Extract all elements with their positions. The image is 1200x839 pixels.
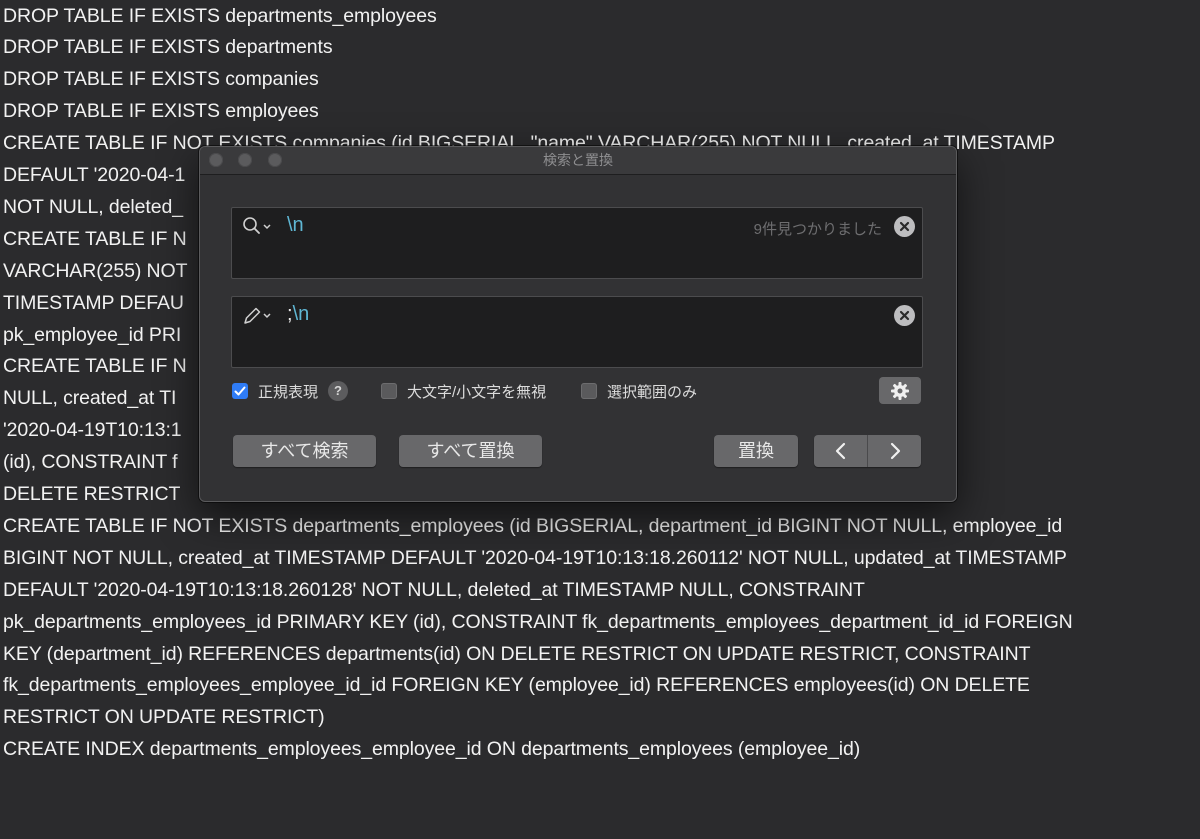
- code-line: pk_departments_employees_id PRIMARY KEY …: [3, 610, 1073, 633]
- regex-label: 正規表現: [258, 383, 319, 401]
- dialog-titlebar[interactable]: 検索と置換: [200, 147, 956, 175]
- code-line: KEY (department_id) REFERENCES departmen…: [3, 642, 1031, 665]
- help-button[interactable]: ?: [328, 381, 349, 401]
- code-line: DROP TABLE IF EXISTS companies: [3, 68, 319, 91]
- ignore-case-checkbox[interactable]: [381, 383, 397, 399]
- regex-checkbox[interactable]: [232, 383, 248, 399]
- replace-button[interactable]: 置換: [714, 435, 798, 467]
- selection-only-checkbox[interactable]: [581, 383, 597, 399]
- code-line: DROP TABLE IF EXISTS departments: [3, 36, 333, 59]
- close-icon: [899, 221, 910, 232]
- regex-option[interactable]: 正規表現 ?: [232, 380, 349, 402]
- find-navigation: [814, 435, 921, 467]
- replace-field[interactable]: ;\n: [231, 296, 923, 368]
- code-line: CREATE INDEX departments_employees_emplo…: [3, 738, 861, 761]
- next-match-button[interactable]: [868, 435, 921, 467]
- previous-match-button[interactable]: [814, 435, 867, 467]
- chevron-left-icon: [835, 442, 846, 460]
- search-options-button[interactable]: [242, 216, 276, 238]
- clear-replace-button[interactable]: [894, 305, 915, 326]
- replace-value-suffix: \n: [292, 303, 310, 325]
- chevron-down-icon: [263, 224, 271, 230]
- code-line: DROP TABLE IF EXISTS departments_employe…: [3, 4, 437, 27]
- search-field[interactable]: \n 9件見つかりました: [231, 207, 923, 279]
- search-input[interactable]: \n: [287, 214, 304, 237]
- ignore-case-option[interactable]: 大文字/小文字を無視: [381, 380, 546, 402]
- checkmark-icon: [234, 386, 246, 396]
- chevron-right-icon: [890, 442, 901, 460]
- magnifier-icon: [243, 217, 271, 234]
- pencil-icon: [244, 307, 271, 324]
- code-line: BIGINT NOT NULL, created_at TIMESTAMP DE…: [3, 546, 1067, 569]
- gear-icon: [891, 382, 909, 400]
- selection-only-option[interactable]: 選択範囲のみ: [581, 380, 697, 402]
- settings-button[interactable]: [879, 377, 921, 404]
- code-line: DELETE RESTRICT: [3, 483, 181, 505]
- code-line: CREATE TABLE IF NOT EXISTS departments_e…: [3, 514, 1063, 537]
- dialog-title: 検索と置換: [543, 152, 613, 168]
- ignore-case-label: 大文字/小文字を無視: [407, 383, 547, 401]
- clear-search-button[interactable]: [894, 216, 915, 237]
- code-line: DEFAULT '2020-04-19T10:13:18.260128' NOT…: [3, 578, 865, 601]
- find-replace-dialog: 検索と置換 \n 9件見つかりました ;\n 正規表現 ? 大文字/小文字を無視…: [199, 146, 957, 502]
- code-line: RESTRICT ON UPDATE RESTRICT): [3, 706, 325, 729]
- code-line: DROP TABLE IF EXISTS employees: [3, 100, 319, 123]
- code-line: pk_employee_id PRI: [3, 323, 182, 346]
- code-line: fk_departments_employees_employee_id_id …: [3, 674, 1030, 697]
- replace-options-button[interactable]: [242, 305, 276, 327]
- replace-input[interactable]: ;\n: [287, 303, 309, 326]
- chevron-down-icon: [263, 313, 271, 319]
- close-icon: [899, 310, 910, 321]
- match-count-label: 9件見つかりました: [753, 221, 882, 238]
- code-line: NOT NULL, deleted_: [3, 195, 183, 218]
- find-all-button[interactable]: すべて検索: [233, 435, 376, 467]
- selection-only-label: 選択範囲のみ: [607, 383, 698, 401]
- replace-all-button[interactable]: すべて置換: [399, 435, 542, 467]
